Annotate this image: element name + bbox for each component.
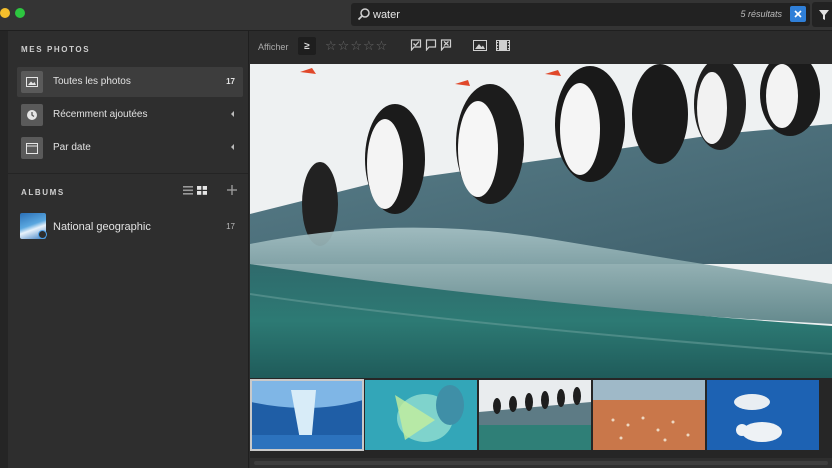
sidebar-item-recently-added[interactable]: Récemment ajoutées bbox=[17, 100, 243, 130]
expand-arrow-icon[interactable] bbox=[231, 144, 234, 150]
search-input[interactable] bbox=[373, 5, 703, 24]
star-icon[interactable]: ☆ bbox=[376, 37, 388, 55]
my-photos-heading: MES PHOTOS bbox=[21, 45, 91, 54]
calendar-icon bbox=[21, 137, 43, 159]
flag-rejected-icon[interactable] bbox=[440, 39, 452, 51]
filmstrip-thumbnail[interactable] bbox=[250, 379, 364, 451]
photo-filter-icon[interactable] bbox=[473, 40, 487, 51]
media-type-filters bbox=[473, 40, 510, 51]
album-item-national-geographic[interactable]: National geographic 17 bbox=[17, 212, 243, 242]
thumbnail-image bbox=[365, 380, 477, 450]
sidebar-item-count: 17 bbox=[226, 77, 235, 86]
star-icon[interactable]: ☆ bbox=[363, 37, 375, 55]
filmstrip bbox=[250, 378, 832, 458]
sync-icon bbox=[38, 230, 47, 239]
funnel-icon bbox=[819, 9, 829, 20]
clear-search-button[interactable] bbox=[790, 6, 806, 22]
grid-view-icon[interactable] bbox=[197, 186, 207, 195]
zoom-window-button[interactable] bbox=[15, 8, 25, 18]
flag-unflagged-icon[interactable] bbox=[425, 39, 437, 51]
minimize-window-button[interactable] bbox=[0, 8, 10, 18]
list-view-icon[interactable] bbox=[183, 186, 193, 195]
sidebar-divider bbox=[8, 173, 248, 174]
magnifier-icon bbox=[357, 8, 370, 21]
app-window: 5 résultats MES PHOTOS bbox=[0, 0, 832, 468]
search-result-count: 5 résultats bbox=[740, 9, 782, 19]
star-icon[interactable]: ☆ bbox=[350, 37, 362, 55]
sidebar-item-label: Toutes les photos bbox=[53, 76, 131, 87]
search-box[interactable]: 5 résultats bbox=[351, 3, 810, 26]
main-photo-viewer[interactable] bbox=[250, 64, 832, 378]
flag-picked-icon[interactable] bbox=[410, 39, 422, 51]
flag-filters bbox=[410, 39, 452, 51]
filmstrip-thumbnail[interactable] bbox=[707, 380, 819, 450]
sidebar-item-all-photos[interactable]: Toutes les photos 17 bbox=[17, 67, 243, 97]
thumbnail-image bbox=[707, 380, 819, 450]
close-icon bbox=[794, 10, 802, 18]
main-photo-image bbox=[250, 64, 832, 378]
thumbnail-image bbox=[593, 380, 705, 450]
sidebar-item-by-date[interactable]: Par date bbox=[17, 133, 243, 163]
add-album-icon[interactable] bbox=[227, 185, 237, 195]
thumbnail-image bbox=[479, 380, 591, 450]
filmstrip-thumbnail[interactable] bbox=[479, 380, 591, 450]
album-label: National geographic bbox=[53, 221, 151, 233]
title-bar: 5 résultats bbox=[0, 0, 832, 31]
sidebar-item-label: Par date bbox=[53, 142, 91, 153]
star-icon[interactable]: ☆ bbox=[325, 37, 337, 55]
show-label: Afficher bbox=[258, 42, 289, 52]
filter-button[interactable] bbox=[812, 2, 832, 27]
photo-icon bbox=[21, 71, 43, 93]
sidebar-item-label: Récemment ajoutées bbox=[53, 109, 148, 120]
sidebar-edge bbox=[0, 31, 8, 468]
thumbnail-image bbox=[251, 380, 363, 450]
video-filter-icon[interactable] bbox=[496, 40, 510, 51]
view-toolbar: Afficher ≥ ☆ ☆ ☆ ☆ ☆ bbox=[250, 31, 832, 64]
album-count: 17 bbox=[226, 222, 235, 231]
star-rating-filter[interactable]: ☆ ☆ ☆ ☆ ☆ bbox=[325, 37, 387, 55]
albums-heading: ALBUMS bbox=[21, 188, 65, 197]
clock-icon bbox=[21, 104, 43, 126]
filmstrip-scrollbar[interactable] bbox=[250, 458, 832, 468]
scrollbar-thumb[interactable] bbox=[254, 461, 828, 465]
filmstrip-thumbnail[interactable] bbox=[365, 380, 477, 450]
sidebar: MES PHOTOS Toutes les photos 17 Récemmen… bbox=[0, 31, 249, 468]
expand-arrow-icon[interactable] bbox=[231, 111, 234, 117]
filmstrip-thumbnail[interactable] bbox=[593, 380, 705, 450]
rating-operator-button[interactable]: ≥ bbox=[298, 37, 316, 55]
star-icon[interactable]: ☆ bbox=[338, 37, 350, 55]
